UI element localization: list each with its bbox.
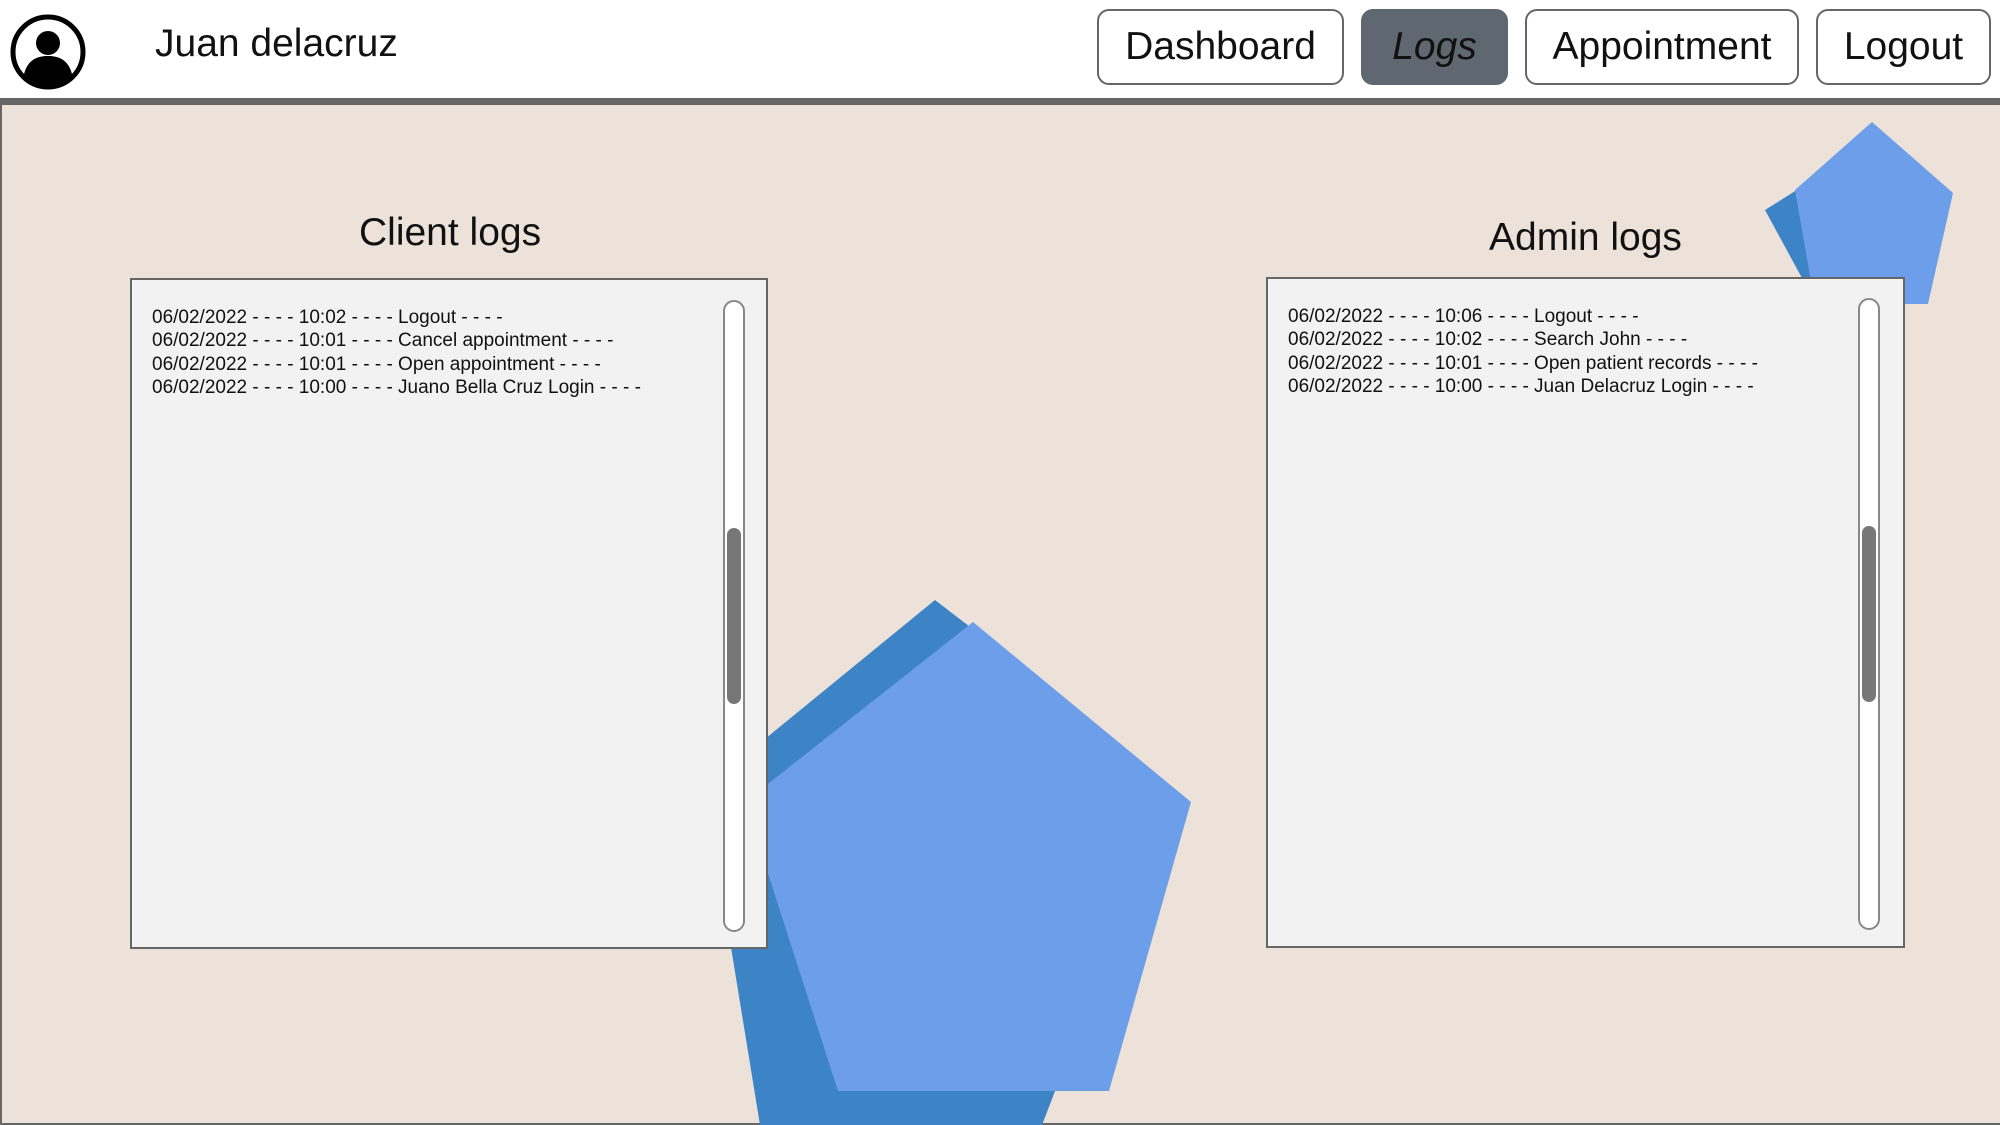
admin-logs-scroll-thumb[interactable] xyxy=(1862,526,1876,702)
admin-log-entry: 06/02/2022 - - - - 10:02 - - - - Search … xyxy=(1288,329,1688,351)
admin-log-entry: 06/02/2022 - - - - 10:01 - - - - Open pa… xyxy=(1288,352,1758,374)
nav-dashboard-button[interactable]: Dashboard xyxy=(1097,9,1344,85)
client-logs-title: Client logs xyxy=(359,211,542,254)
admin-log-entry: 06/02/2022 - - - - 10:06 - - - - Logout … xyxy=(1288,306,1639,327)
admin-logs-panel: 06/02/2022 - - - - 10:06 - - - - Logout … xyxy=(1266,277,1905,948)
header-divider xyxy=(0,98,2000,105)
nav-appointment-button[interactable]: Appointment xyxy=(1525,9,1799,85)
user-avatar-icon[interactable] xyxy=(10,14,86,90)
nav-logout-button[interactable]: Logout xyxy=(1816,9,1991,85)
admin-logs-scrollbar[interactable] xyxy=(1858,298,1880,930)
admin-log-entry: 06/02/2022 - - - - 10:00 - - - - Juan De… xyxy=(1288,375,1754,397)
client-log-entry: 06/02/2022 - - - - 10:01 - - - - Cancel … xyxy=(152,330,614,352)
client-log-entry: 06/02/2022 - - - - 10:00 - - - - Juano B… xyxy=(152,376,641,398)
client-logs-scrollbar[interactable] xyxy=(723,300,745,932)
username-label: Juan delacruz xyxy=(155,22,398,65)
client-logs-panel: 06/02/2022 - - - - 10:02 - - - - Logout … xyxy=(130,278,768,949)
top-bar: Juan delacruz Dashboard Logs Appointment… xyxy=(0,0,2000,98)
admin-log-list: 06/02/2022 - - - - 10:06 - - - - Logout … xyxy=(1288,305,1758,398)
client-log-list: 06/02/2022 - - - - 10:02 - - - - Logout … xyxy=(152,306,641,399)
nav-logs-button[interactable]: Logs xyxy=(1361,9,1508,85)
client-log-entry: 06/02/2022 - - - - 10:01 - - - - Open ap… xyxy=(152,353,601,375)
logs-page: Juan delacruz Dashboard Logs Appointment… xyxy=(0,0,2000,1125)
admin-logs-title: Admin logs xyxy=(1489,216,1682,259)
client-log-entry: 06/02/2022 - - - - 10:02 - - - - Logout … xyxy=(152,307,503,328)
client-logs-scroll-thumb[interactable] xyxy=(727,528,741,704)
